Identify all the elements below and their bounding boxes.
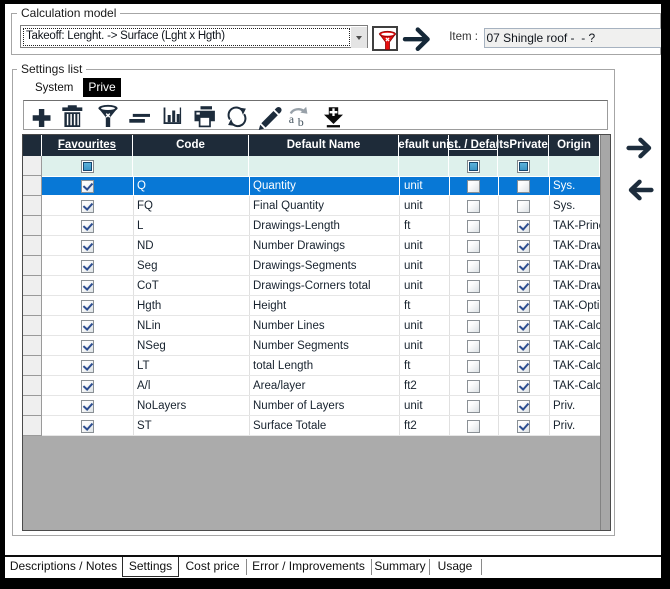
- svg-text:a: a: [289, 112, 295, 126]
- svg-text:b: b: [298, 115, 304, 129]
